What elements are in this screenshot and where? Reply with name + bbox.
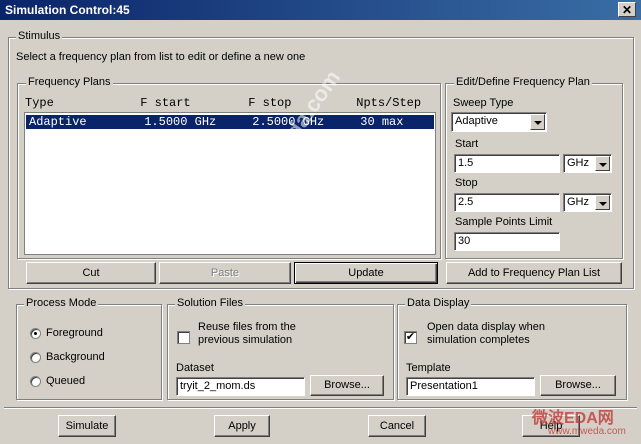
radio-queued-label[interactable]: Queued xyxy=(46,375,85,387)
apply-button[interactable]: Apply xyxy=(214,415,270,437)
frequency-plans-legend: Frequency Plans xyxy=(26,76,113,88)
simulate-button[interactable]: Simulate xyxy=(58,415,116,437)
chevron-down-icon[interactable] xyxy=(595,156,610,171)
plan-row-adaptive[interactable]: Adaptive 1.5000 GHz 2.5000 GHz 30 max xyxy=(26,115,434,129)
radio-background-label[interactable]: Background xyxy=(46,351,105,363)
frequency-plans-list[interactable]: Adaptive 1.5000 GHz 2.5000 GHz 30 max xyxy=(24,112,436,255)
chevron-down-icon[interactable] xyxy=(530,114,545,130)
start-unit-value: GHz xyxy=(567,157,589,169)
radio-foreground[interactable] xyxy=(30,328,41,339)
cancel-button[interactable]: Cancel xyxy=(368,415,426,437)
stop-input[interactable]: 2.5 xyxy=(454,193,560,212)
dataset-label: Dataset xyxy=(176,362,214,374)
process-mode-legend: Process Mode xyxy=(24,297,99,309)
radio-foreground-label[interactable]: Foreground xyxy=(46,327,103,339)
template-label: Template xyxy=(406,362,451,374)
chevron-down-icon[interactable] xyxy=(595,195,610,210)
solution-files-legend: Solution Files xyxy=(175,297,246,309)
sweep-type-value: Adaptive xyxy=(455,115,498,127)
url-watermark: www.mweda.com xyxy=(548,426,626,437)
sample-points-input[interactable]: 30 xyxy=(454,232,560,251)
close-button[interactable]: ✕ xyxy=(618,2,636,17)
stop-unit-value: GHz xyxy=(567,196,589,208)
plans-list-header: Type F start F stop Npts/Step xyxy=(25,96,422,110)
reuse-files-label-line2[interactable]: previous simulation xyxy=(198,334,292,346)
data-display-legend: Data Display xyxy=(405,297,472,309)
window-title: Simulation Control:45 xyxy=(5,3,130,17)
stimulus-legend: Stimulus xyxy=(16,30,63,42)
radio-queued[interactable] xyxy=(30,376,41,387)
stop-unit-select[interactable]: GHz xyxy=(563,193,612,212)
add-to-plan-list-button[interactable]: Add to Frequency Plan List xyxy=(446,262,622,284)
paste-button[interactable]: Paste xyxy=(159,262,291,284)
template-input[interactable]: Presentation1 xyxy=(406,377,535,396)
reuse-files-checkbox[interactable] xyxy=(177,331,190,344)
sweep-type-label: Sweep Type xyxy=(453,97,514,109)
template-browse-button[interactable]: Browse... xyxy=(540,375,616,396)
open-display-checkbox[interactable]: ✔ xyxy=(404,331,417,344)
cut-button[interactable]: Cut xyxy=(26,262,156,284)
edit-plan-legend: Edit/Define Frequency Plan xyxy=(454,76,592,88)
logo-watermark: 微波EDA网 xyxy=(532,410,614,427)
update-button[interactable]: Update xyxy=(294,262,438,284)
start-label: Start xyxy=(455,138,479,150)
radio-background[interactable] xyxy=(30,352,41,363)
start-unit-select[interactable]: GHz xyxy=(563,154,612,173)
sweep-type-select[interactable]: Adaptive xyxy=(451,112,547,132)
start-input[interactable]: 1.5 xyxy=(454,154,560,173)
dataset-input[interactable]: tryit_2_mom.ds xyxy=(176,377,305,396)
sample-points-label: Sample Points Limit xyxy=(455,216,553,228)
reuse-files-label-line1[interactable]: Reuse files from the xyxy=(198,321,296,333)
open-display-label-line2[interactable]: simulation completes xyxy=(427,334,530,346)
open-display-label-line1[interactable]: Open data display when xyxy=(427,321,545,333)
dataset-browse-button[interactable]: Browse... xyxy=(310,375,384,396)
stimulus-instruction: Select a frequency plan from list to edi… xyxy=(16,51,306,63)
stop-label: Stop xyxy=(455,177,478,189)
